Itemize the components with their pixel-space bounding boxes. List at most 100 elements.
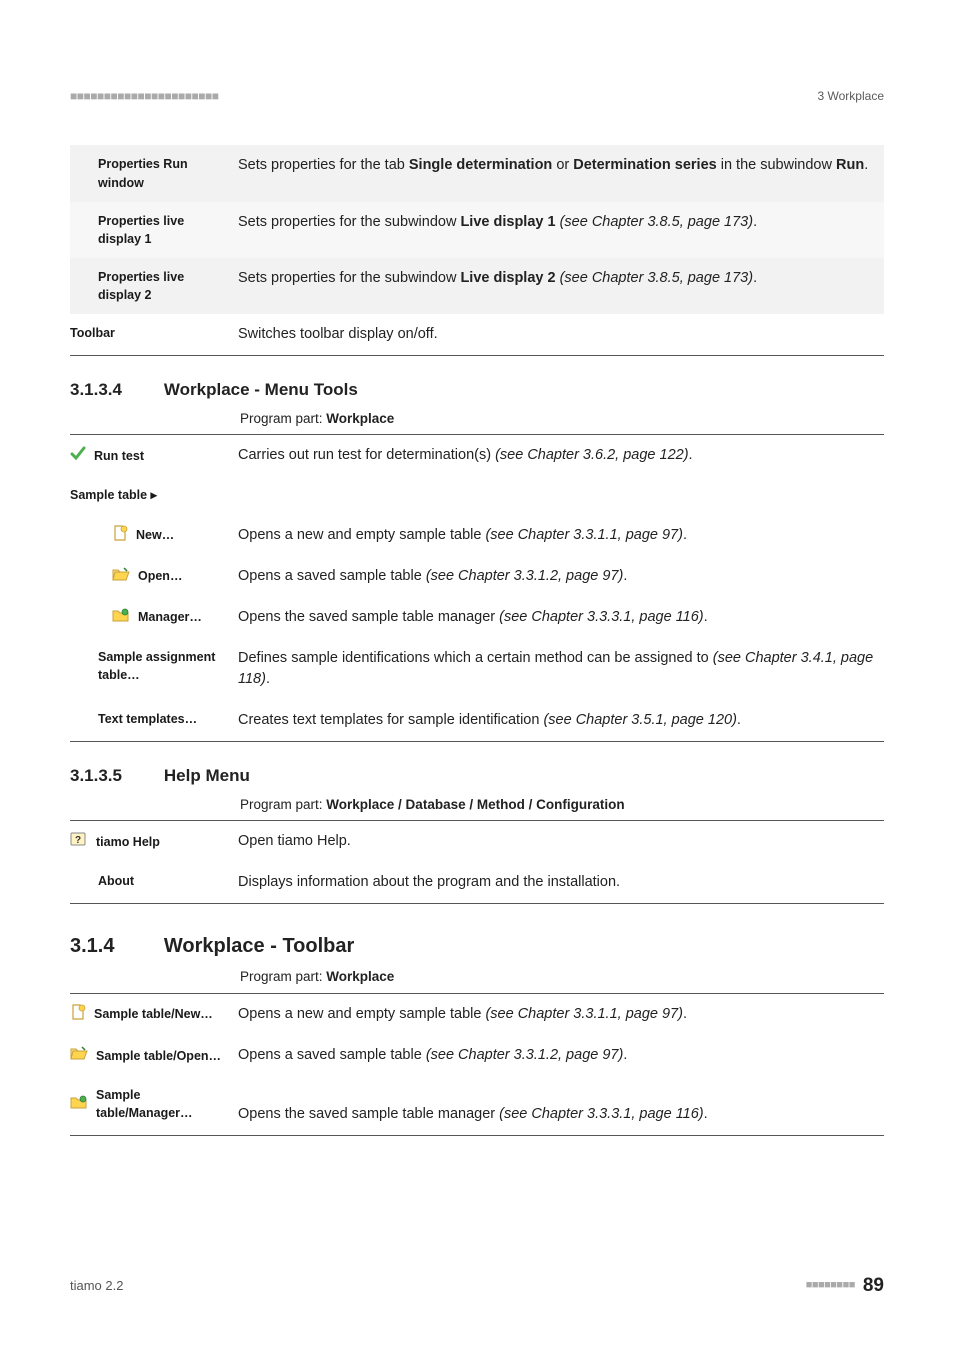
- bold-text: Live display 1: [460, 214, 555, 230]
- text: .: [704, 609, 708, 625]
- bold-text: Workplace / Database / Method / Configur…: [326, 797, 624, 812]
- footer-dashes: ■■■■■■■■: [806, 1278, 855, 1294]
- section-title: Workplace - Menu Tools: [164, 380, 358, 399]
- label-text: Sample table/Manager…: [96, 1086, 230, 1122]
- folder-open-icon: [70, 1045, 88, 1066]
- section-number: 3.1.3.4: [70, 378, 160, 403]
- text: Opens a saved sample table: [238, 568, 426, 584]
- italic-text: (see Chapter 3.6.2, page 122): [495, 447, 688, 463]
- text: in the subwindow: [717, 157, 836, 173]
- toolbar-table: Sample table/New… Opens a new and empty …: [70, 993, 884, 1136]
- row-desc: Sets properties for the tab Single deter…: [238, 145, 884, 201]
- text: .: [683, 527, 687, 543]
- row-desc: Opens the saved sample table manager (se…: [238, 597, 884, 638]
- text: .: [864, 157, 868, 173]
- menu-tools-table: Run test Carries out run test for determ…: [70, 434, 884, 742]
- bold-text: Run: [836, 157, 864, 173]
- row-label: Run test: [70, 435, 238, 477]
- row-label: Sample table/Open…: [70, 1035, 238, 1076]
- row-desc: Opens a new and empty sample table (see …: [238, 993, 884, 1035]
- text: Sets properties for the subwindow: [238, 214, 460, 230]
- folder-manager-icon: [112, 607, 130, 628]
- italic-text: (see Chapter 3.3.1.2, page 97): [426, 568, 624, 584]
- bold-text: Live display 2: [460, 270, 555, 286]
- section-3135-heading: 3.1.3.5 Help Menu: [70, 764, 884, 789]
- italic-text: (see Chapter 3.3.1.2, page 97): [426, 1047, 624, 1063]
- help-menu-table: ? tiamo Help Open tiamo Help. About Disp…: [70, 820, 884, 904]
- bold-text: Determination series: [573, 157, 716, 173]
- header-dashes: ■■■■■■■■■■■■■■■■■■■■■■: [70, 88, 218, 105]
- text: Defines sample identifications which a c…: [238, 650, 713, 666]
- program-part: Program part: Workplace: [240, 967, 884, 987]
- row-desc: Sets properties for the subwindow Live d…: [238, 258, 884, 314]
- italic-text: (see Chapter 3.3.1.1, page 97): [485, 1006, 683, 1022]
- label-text: Open…: [138, 567, 182, 585]
- row-desc: Opens a saved sample table (see Chapter …: [238, 1035, 884, 1076]
- row-desc: Switches toolbar display on/off.: [238, 314, 884, 356]
- label-text: Run test: [94, 447, 144, 465]
- svg-text:?: ?: [75, 835, 81, 846]
- italic-text: (see Chapter 3.3.1.1, page 97): [485, 527, 683, 543]
- text: Opens a saved sample table: [238, 1047, 426, 1063]
- italic-text: (see Chapter 3.3.3.1, page 116): [499, 1106, 703, 1122]
- text: .: [704, 1106, 708, 1122]
- text: Program part:: [240, 797, 326, 812]
- row-desc: Open tiamo Help.: [238, 821, 884, 863]
- row-desc: Opens a saved sample table (see Chapter …: [238, 556, 884, 597]
- label-text: Manager…: [138, 608, 202, 626]
- page-number: 89: [863, 1272, 884, 1300]
- label-text: New…: [136, 526, 174, 544]
- row-label: Properties live display 2: [70, 258, 238, 314]
- row-label: Properties Run window: [70, 145, 238, 201]
- checkmark-icon: [70, 445, 86, 466]
- label-text: tiamo Help: [96, 833, 160, 851]
- text: .: [623, 1047, 627, 1063]
- row-label: Sample table/New…: [70, 993, 238, 1035]
- section-number: 3.1.3.5: [70, 764, 160, 789]
- row-desc: [238, 476, 884, 514]
- italic-text: (see Chapter 3.8.5, page 173): [556, 214, 754, 230]
- program-part: Program part: Workplace: [240, 409, 884, 429]
- row-label: Sample table ▸: [70, 476, 238, 514]
- italic-text: (see Chapter 3.5.1, page 120): [543, 712, 736, 728]
- row-desc: Defines sample identifications which a c…: [238, 638, 884, 700]
- row-label: Sample assignment table…: [70, 638, 238, 700]
- chapter-label: 3 Workplace: [818, 88, 884, 105]
- text: .: [683, 1006, 687, 1022]
- text: Sets properties for the tab: [238, 157, 409, 173]
- row-label: Properties live display 1: [70, 202, 238, 258]
- italic-text: (see Chapter 3.8.5, page 173): [556, 270, 754, 286]
- row-label: Manager…: [70, 597, 238, 638]
- row-label: Toolbar: [70, 314, 238, 356]
- bold-text: Workplace: [326, 969, 394, 984]
- text: .: [623, 568, 627, 584]
- text: .: [689, 447, 693, 463]
- row-label: ? tiamo Help: [70, 821, 238, 863]
- new-file-icon: [112, 525, 128, 546]
- row-label: Sample table/Manager…: [70, 1076, 238, 1136]
- text: Opens the saved sample table manager: [238, 609, 499, 625]
- text: Carries out run test for determination(s…: [238, 447, 495, 463]
- section-314-heading: 3.1.4 Workplace - Toolbar: [70, 932, 884, 961]
- label-text: Sample table/Open…: [96, 1047, 221, 1065]
- bold-text: Single determination: [409, 157, 552, 173]
- section-number: 3.1.4: [70, 932, 160, 961]
- row-desc: Carries out run test for determination(s…: [238, 435, 884, 477]
- menu-view-table: Properties Run window Sets properties fo…: [70, 145, 884, 356]
- program-part: Program part: Workplace / Database / Met…: [240, 795, 884, 815]
- italic-text: (see Chapter 3.3.3.1, page 116): [499, 609, 703, 625]
- text: .: [753, 214, 757, 230]
- text: Creates text templates for sample identi…: [238, 712, 543, 728]
- text: Program part:: [240, 969, 326, 984]
- new-file-icon: [70, 1004, 86, 1025]
- row-label: Text templates…: [70, 700, 238, 742]
- bold-text: Workplace: [326, 411, 394, 426]
- text: .: [737, 712, 741, 728]
- row-desc: Displays information about the program a…: [238, 862, 884, 904]
- page-header: ■■■■■■■■■■■■■■■■■■■■■■ 3 Workplace: [70, 88, 884, 105]
- text: or: [552, 157, 573, 173]
- text: Opens a new and empty sample table: [238, 527, 485, 543]
- section-title: Workplace - Toolbar: [164, 935, 354, 957]
- text: Opens the saved sample table manager: [238, 1106, 499, 1122]
- row-desc: Creates text templates for sample identi…: [238, 700, 884, 742]
